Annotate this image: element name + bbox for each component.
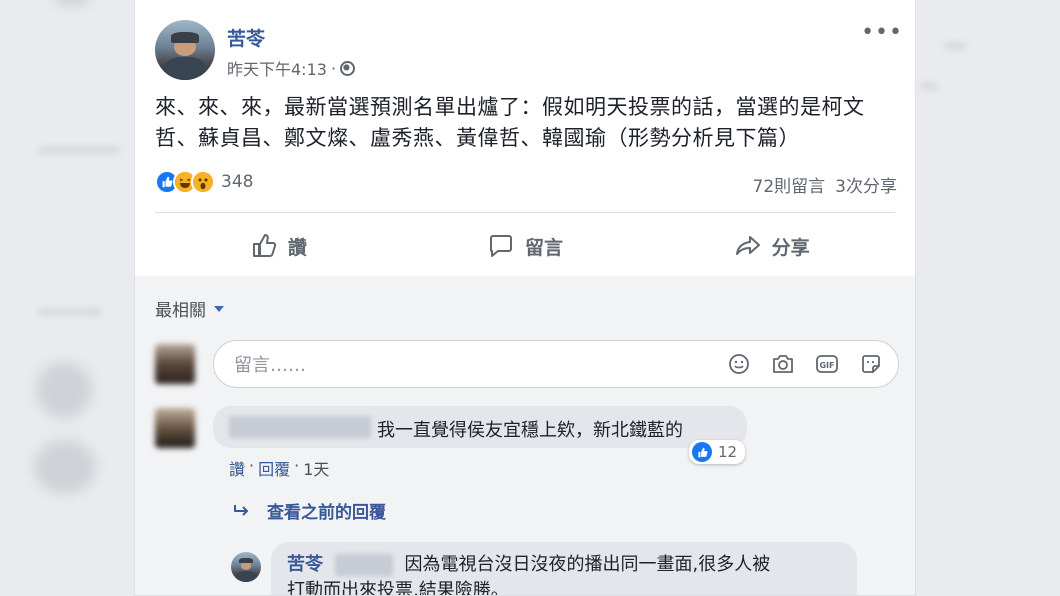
background-blur xyxy=(34,440,96,494)
share-arrow-icon xyxy=(735,236,760,255)
author-avatar[interactable] xyxy=(155,20,215,80)
reply-text-line2: 打動而出來投票,結果險勝。 xyxy=(287,580,509,596)
share-label: 分享 xyxy=(771,236,810,259)
comment-like-badge[interactable]: 12 xyxy=(689,440,746,464)
post-meta: 昨天下午4:13 · xyxy=(227,56,356,80)
background-blur xyxy=(52,0,92,6)
globe-icon[interactable] xyxy=(340,60,356,76)
like-label: 讚 xyxy=(287,236,307,259)
post-timestamp[interactable]: 昨天下午4:13 xyxy=(227,56,327,80)
view-previous-replies[interactable]: 查看之前的回覆 xyxy=(233,498,386,523)
reply-author[interactable]: 苦苓 xyxy=(287,554,323,575)
sticker-icon[interactable] xyxy=(858,351,884,377)
blurred-name xyxy=(229,416,371,438)
background-blur xyxy=(38,146,120,154)
comment-input[interactable] xyxy=(232,351,696,379)
meta-separator: · xyxy=(330,58,337,78)
view-previous-label: 查看之前的回覆 xyxy=(267,503,386,523)
share-button[interactable]: 分享 xyxy=(648,222,895,270)
user-avatar xyxy=(155,344,195,384)
comment-label: 留言 xyxy=(525,236,564,259)
divider xyxy=(155,212,895,213)
more-options-button[interactable]: ••• xyxy=(861,20,903,45)
reply-arrow-icon xyxy=(234,504,248,516)
background-blur xyxy=(36,362,92,418)
wow-reaction-icon xyxy=(191,170,215,194)
dot-separator: · xyxy=(294,456,300,475)
comment-like-count: 12 xyxy=(718,443,738,461)
commenter-avatar[interactable] xyxy=(155,408,195,448)
comment-reply-link[interactable]: 回覆 xyxy=(258,456,290,480)
thumbs-up-icon xyxy=(252,234,276,257)
reply-text-line1: 因為電視台沒日沒夜的播出同一畫面,很多人被 xyxy=(404,554,771,575)
thumbs-up-icon xyxy=(692,442,712,462)
comment-input-box[interactable]: GIF xyxy=(213,340,899,388)
blurred-name xyxy=(334,554,393,576)
reply-bubble: 苦苓 因為電視台沒日沒夜的播出同一畫面,很多人被 打動而出來投票,結果險勝。 xyxy=(271,542,857,596)
post-actions: 讚 留言 分享 xyxy=(155,222,895,270)
dot-separator: · xyxy=(249,456,255,475)
post-stats: 72則留言 3次分享 xyxy=(753,172,897,197)
reply-author-avatar[interactable] xyxy=(231,552,261,582)
speech-bubble-icon xyxy=(490,235,512,257)
like-button[interactable]: 讚 xyxy=(155,222,402,270)
reactions-summary[interactable]: 348 xyxy=(155,170,253,194)
comment-button[interactable]: 留言 xyxy=(402,222,649,270)
comment-text: 我一直覺得侯友宜穩上欸，新北鐵藍的 xyxy=(377,420,683,441)
background-blur xyxy=(920,82,938,90)
comments-section: 最相關 GIF xyxy=(135,276,915,595)
input-icons: GIF xyxy=(726,351,884,377)
post-text: 來、來、來，最新當選預測名單出爐了：假如明天投票的話，當選的是柯文哲、蘇貞昌、鄭… xyxy=(155,95,865,150)
gif-icon[interactable]: GIF xyxy=(814,351,840,377)
svg-text:GIF: GIF xyxy=(819,361,834,370)
shares-count-link[interactable]: 3次分享 xyxy=(835,172,897,197)
sort-label: 最相關 xyxy=(155,301,206,321)
camera-icon[interactable] xyxy=(770,351,796,377)
smiley-icon[interactable] xyxy=(726,351,752,377)
comment-bubble: 我一直覺得侯友宜穩上欸，新北鐵藍的 xyxy=(213,406,747,448)
background-blur xyxy=(944,42,966,50)
comment-like-link[interactable]: 讚 xyxy=(229,456,245,480)
post-author[interactable]: 苦苓 xyxy=(227,24,265,51)
background-blur xyxy=(38,308,102,316)
caret-down-icon xyxy=(214,305,224,312)
comment-actions: 讚 · 回覆 · 1天 xyxy=(229,456,329,480)
comments-count-link[interactable]: 72則留言 xyxy=(753,172,826,197)
comment-time[interactable]: 1天 xyxy=(303,456,329,480)
sort-dropdown[interactable]: 最相關 xyxy=(155,296,224,321)
reaction-count: 348 xyxy=(221,172,254,192)
post-card: 苦苓 昨天下午4:13 · ••• 來、來、來，最新當選預測名單出爐了：假如明天… xyxy=(134,0,916,596)
